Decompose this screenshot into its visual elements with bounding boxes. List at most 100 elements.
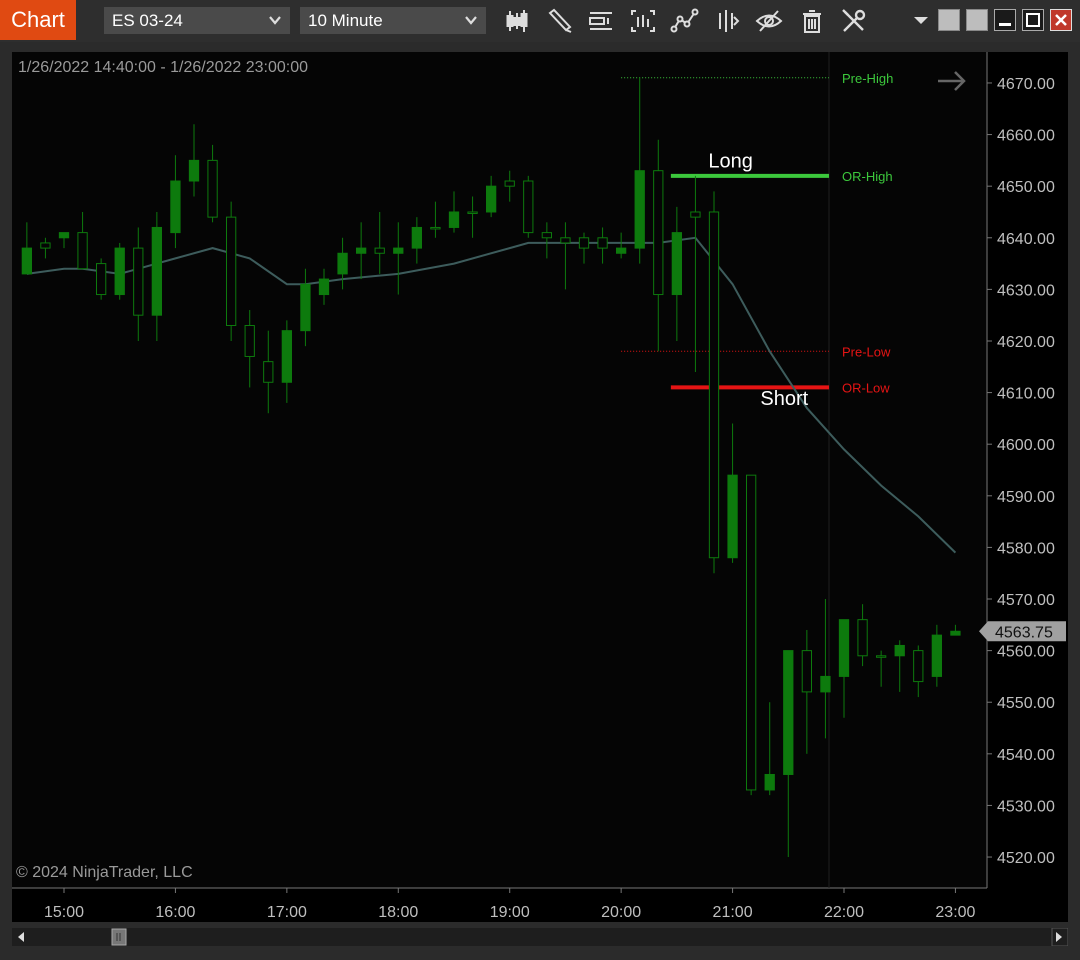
y-tick-label: 4570.00 (997, 592, 1055, 609)
y-tick-label: 4590.00 (997, 489, 1055, 506)
indicators-icon[interactable] (670, 7, 700, 35)
x-tick-label: 22:00 (824, 904, 864, 921)
candle-body (448, 211, 460, 228)
candle-body (374, 247, 385, 254)
candle-body (281, 330, 293, 383)
last-price-label: 4563.75 (995, 624, 1053, 641)
annotation-short: Short (760, 388, 808, 410)
x-tick-label: 23:00 (935, 904, 975, 921)
candle-body (207, 159, 218, 218)
candle-body (671, 232, 683, 296)
date-range-label: 1/26/2022 14:40:00 - 1/26/2022 23:00:00 (18, 59, 308, 76)
level-label-or-low: OR-Low (842, 380, 890, 395)
candle-body (151, 226, 162, 316)
x-tick-label: 19:00 (490, 904, 530, 921)
close-button[interactable] (1050, 9, 1072, 31)
candle-body (504, 180, 515, 187)
candle-body (114, 247, 125, 296)
y-tick-label: 4610.00 (997, 386, 1055, 403)
x-tick-label: 17:00 (267, 904, 307, 921)
candle-body (188, 159, 200, 182)
candle-body (950, 630, 961, 636)
clear-trash-icon[interactable] (797, 7, 827, 35)
level-label-pre-low: Pre-Low (842, 344, 891, 359)
candle-body (411, 226, 423, 249)
candle-body (77, 232, 88, 270)
candle-body (263, 361, 274, 383)
interval-value: 10 Minute (308, 11, 383, 30)
y-tick-label: 4670.00 (997, 76, 1055, 93)
y-tick-label: 4560.00 (997, 644, 1055, 661)
instrument-value: ES 03-24 (112, 11, 183, 30)
interval-selector[interactable]: 10 Minute (300, 7, 486, 34)
y-tick-label: 4580.00 (997, 540, 1055, 557)
draw-pencil-icon[interactable] (544, 7, 574, 35)
chart-panel[interactable]: 1/26/2022 14:40:00 - 1/26/2022 23:00:00 … (12, 52, 1068, 922)
x-tick-label: 18:00 (378, 904, 418, 921)
data-box-icon[interactable] (628, 7, 658, 35)
show-hide-icon[interactable] (754, 7, 784, 35)
annotation-long: Long (708, 150, 753, 172)
x-tick-label: 16:00 (155, 904, 195, 921)
minimize-button[interactable] (994, 9, 1016, 31)
candle-body (467, 211, 478, 214)
bar-style-icon[interactable] (502, 7, 532, 35)
candle-body (727, 474, 738, 559)
scroll-left-icon[interactable] (18, 932, 24, 942)
y-tick-label: 4540.00 (997, 747, 1055, 764)
candle-body (300, 283, 311, 332)
candle-body (523, 180, 534, 234)
candle-body (634, 170, 645, 249)
scrollbar-thumb[interactable] (111, 928, 127, 946)
candle-body (40, 242, 51, 249)
candle-body (486, 185, 497, 213)
horizontal-scrollbar[interactable] (12, 927, 1069, 947)
y-tick-label: 4530.00 (997, 798, 1055, 815)
candle-body (170, 180, 181, 234)
candle-body (876, 655, 887, 658)
plot-area (12, 52, 987, 888)
menu-dropdown-icon[interactable] (910, 9, 932, 31)
x-tick-label: 21:00 (713, 904, 753, 921)
candle-body (96, 263, 107, 296)
candle (96, 258, 107, 300)
candle-body (541, 232, 553, 239)
candle-body (430, 226, 441, 230)
level-label-or-high: OR-High (842, 169, 893, 184)
candle-body (133, 247, 144, 316)
strategies-icon[interactable] (712, 7, 742, 35)
candle-body (801, 650, 813, 693)
maximize-button[interactable] (1022, 9, 1044, 31)
candle-body (690, 211, 701, 218)
candle-body (393, 247, 404, 254)
link-button-2[interactable] (966, 9, 988, 31)
candle-body (578, 237, 590, 249)
chart-tab[interactable]: Chart (0, 0, 76, 40)
link-button-1[interactable] (938, 9, 960, 31)
chart-trader-icon[interactable] (586, 7, 616, 35)
candle-body (653, 170, 664, 296)
candle-body (894, 644, 905, 657)
candle (708, 191, 720, 574)
candle-body (746, 474, 757, 791)
candle-body (708, 211, 720, 559)
y-tick-label: 4640.00 (997, 231, 1055, 248)
y-tick-label: 4620.00 (997, 334, 1055, 351)
y-tick-label: 4660.00 (997, 128, 1055, 145)
price-chart[interactable]: 1/26/2022 14:40:00 - 1/26/2022 23:00:00 … (12, 52, 1068, 922)
copyright-label: © 2024 NinjaTrader, LLC (16, 864, 193, 881)
instrument-selector[interactable]: ES 03-24 (104, 7, 290, 34)
candle-body (226, 216, 237, 327)
y-tick-label: 4650.00 (997, 179, 1055, 196)
candle (114, 242, 125, 300)
y-tick-label: 4550.00 (997, 695, 1055, 712)
candle-body (560, 237, 571, 244)
candle-body (21, 247, 32, 275)
chevron-down-icon (464, 7, 478, 43)
candle-body (857, 619, 868, 657)
candle-body (820, 675, 831, 693)
properties-wrench-icon[interactable] (839, 7, 869, 35)
y-tick-label: 4630.00 (997, 282, 1055, 299)
level-label-pre-high: Pre-High (842, 71, 893, 86)
candle-body (913, 650, 924, 683)
